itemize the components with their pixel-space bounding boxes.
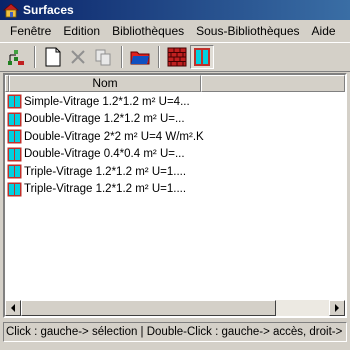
- delete-icon: [71, 50, 85, 64]
- windows-button[interactable]: [190, 45, 214, 69]
- list-item-label: Triple-Vitrage 1.2*1.2 m² U=1....: [24, 183, 187, 196]
- window-icon: [7, 112, 22, 127]
- window-icon: [7, 129, 22, 144]
- horizontal-scrollbar[interactable]: [5, 300, 345, 316]
- list-item-label: Double-Vitrage 2*2 m² U=4 W/m².K: [24, 130, 204, 143]
- column-header-nom[interactable]: Nom: [9, 75, 201, 92]
- window-icon: [7, 94, 22, 109]
- list-item[interactable]: Double-Vitrage 0.4*0.4 m² U=...: [5, 146, 345, 164]
- brick-wall-icon: [167, 47, 187, 67]
- scrollbar-thumb[interactable]: [21, 300, 276, 316]
- toolbar: [0, 42, 350, 72]
- list-item[interactable]: Double-Vitrage 2*2 m² U=4 W/m².K: [5, 128, 345, 146]
- menu-sous-bibliotheques[interactable]: Sous-Bibliothèques: [190, 22, 305, 40]
- window-icon: [7, 182, 22, 197]
- walls-button[interactable]: [165, 45, 189, 69]
- toolbar-separator: [121, 46, 123, 68]
- window-icon: [7, 147, 22, 162]
- list-item-label: Double-Vitrage 0.4*0.4 m² U=...: [24, 148, 185, 161]
- menu-aide[interactable]: Aide: [306, 22, 342, 40]
- window-icon: [7, 164, 22, 179]
- folder-red-icon: [130, 51, 150, 65]
- column-header-filler: [201, 75, 345, 92]
- list-item[interactable]: Double-Vitrage 1.2*1.2 m² U=...: [5, 111, 345, 129]
- scroll-right-button[interactable]: [329, 300, 345, 316]
- surfaces-list-view[interactable]: Nom Simple-Vitrage 1.2*1.2 m² U=4... Dou…: [3, 73, 347, 318]
- copy-button[interactable]: [91, 45, 115, 69]
- scrollbar-track[interactable]: [21, 300, 329, 316]
- arrow-right-icon: [335, 304, 339, 312]
- menu-fenetre[interactable]: Fenêtre: [4, 22, 57, 40]
- arrow-left-icon: [11, 304, 15, 312]
- list-item-label: Simple-Vitrage 1.2*1.2 m² U=4...: [24, 95, 190, 108]
- list-item[interactable]: Triple-Vitrage 1.2*1.2 m² U=1....: [5, 181, 345, 199]
- list-rows: Simple-Vitrage 1.2*1.2 m² U=4... Double-…: [5, 93, 345, 198]
- window-icon: [194, 48, 210, 66]
- scroll-left-button[interactable]: [5, 300, 21, 316]
- list-item-label: Double-Vitrage 1.2*1.2 m² U=...: [24, 113, 185, 126]
- list-header: Nom: [5, 75, 345, 92]
- open-folder-button[interactable]: [128, 45, 152, 69]
- status-bar: Click : gauche-> sélection | Double-Clic…: [3, 322, 347, 342]
- toolbar-separator: [34, 46, 36, 68]
- new-button[interactable]: [41, 45, 65, 69]
- toolbar-separator: [158, 46, 160, 68]
- app-house-icon: [2, 2, 20, 18]
- list-item[interactable]: Triple-Vitrage 1.2*1.2 m² U=1....: [5, 163, 345, 181]
- tree-icon: [8, 50, 24, 65]
- menu-bar: Fenêtre Edition Bibliothèques Sous-Bibli…: [0, 20, 350, 42]
- menu-bibliotheques[interactable]: Bibliothèques: [106, 22, 190, 40]
- window-title: Surfaces: [23, 3, 74, 17]
- list-item-label: Triple-Vitrage 1.2*1.2 m² U=1....: [24, 165, 187, 178]
- copy-icon: [95, 49, 111, 66]
- menu-edition[interactable]: Edition: [57, 22, 106, 40]
- title-bar[interactable]: Surfaces: [0, 0, 350, 20]
- new-document-icon: [45, 47, 61, 67]
- delete-button[interactable]: [66, 45, 90, 69]
- tree-button[interactable]: [4, 45, 28, 69]
- list-item[interactable]: Simple-Vitrage 1.2*1.2 m² U=4...: [5, 93, 345, 111]
